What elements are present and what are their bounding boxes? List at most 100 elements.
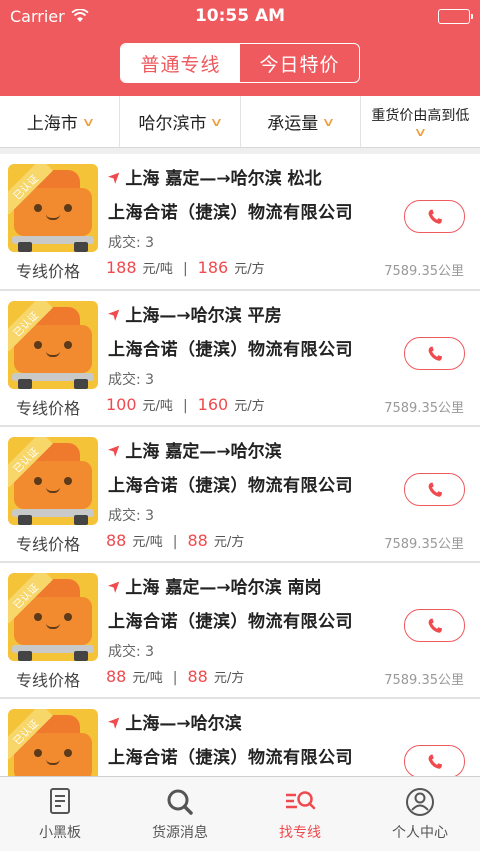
filter-sort[interactable]: 重货价由高到低 ∨ — [361, 96, 480, 147]
price-per-ton: 88 — [106, 531, 127, 550]
distance: 7589.35公里 — [384, 673, 464, 688]
filter-origin-label: 上海市 — [26, 114, 78, 134]
route: ➤ 上海 嘉定—→哈尔滨 南岗 — [103, 573, 322, 598]
filter-sort-label: 重货价由高到低 — [371, 107, 470, 124]
route: ➤ 上海—→哈尔滨 — [103, 709, 242, 734]
company-name: 上海合诺（捷滨）物流有限公司 — [108, 203, 353, 223]
call-button[interactable] — [404, 745, 465, 776]
list-item[interactable]: 已认证 专线价格 ➤上海—→哈尔滨 上海合诺（捷滨）物流有限公司 元/吨 | 元… — [0, 698, 480, 776]
list-item[interactable]: 已认证 专线价格 ➤ 上海 嘉定—→哈尔滨 松北 上海合诺（捷滨）物流有限公司 成… — [0, 154, 480, 290]
line-list: 已认证 专线价格 ➤ 上海 嘉定—→哈尔滨 松北 上海合诺（捷滨）物流有限公司 成… — [0, 154, 480, 776]
location-arrow-icon: ➤ — [103, 710, 127, 733]
search-icon — [167, 789, 193, 815]
company-name: 上海合诺（捷滨）物流有限公司 — [108, 476, 353, 496]
call-button[interactable] — [404, 473, 465, 506]
chevron-down-icon: ∨ — [321, 114, 336, 129]
price-per-cube: 160 — [197, 395, 229, 414]
distance: 7589.35公里 — [384, 401, 464, 416]
truck-avatar-icon: 已认证 — [8, 573, 98, 661]
unit-cube: 元/方 — [234, 262, 265, 277]
tab-cargo-messages-label: 货源消息 — [152, 825, 208, 841]
user-icon — [406, 788, 434, 816]
route: ➤ 上海 嘉定—→哈尔滨 松北 — [103, 164, 321, 189]
price-per-cube: 88 — [187, 531, 208, 550]
list-item[interactable]: 已认证 专线价格 ➤ 上海 嘉定—→哈尔滨 南岗 上海合诺（捷滨）物流有限公司 成… — [0, 562, 480, 698]
route: ➤ 上海—→哈尔滨 平房 — [103, 301, 282, 326]
route-text: 上海 嘉定—→哈尔滨 — [125, 442, 282, 462]
deal-count: 成交: 3 — [108, 508, 155, 524]
phone-icon — [428, 754, 442, 769]
tab-cargo-messages[interactable]: 货源消息 — [120, 777, 240, 851]
price-label: 专线价格 — [16, 535, 81, 554]
chevron-down-icon: ∨ — [413, 124, 428, 139]
unit-cube: 元/方 — [234, 399, 265, 414]
price-per-ton: 188 — [106, 258, 137, 277]
filter-destination[interactable]: 哈尔滨市 ∨ — [120, 96, 241, 147]
call-button[interactable] — [404, 200, 465, 233]
price-per-ton: 88 — [106, 667, 127, 686]
phone-icon — [428, 482, 442, 497]
distance: 7589.35公里 — [384, 264, 464, 279]
call-button[interactable] — [404, 337, 465, 370]
list-item[interactable]: 已认证 专线价格 ➤ 上海 嘉定—→哈尔滨 上海合诺（捷滨）物流有限公司 成交: … — [0, 426, 480, 562]
filter-capacity[interactable]: 承运量 ∨ — [241, 96, 361, 147]
tab-profile[interactable]: 个人中心 — [360, 777, 480, 851]
location-arrow-icon: ➤ — [103, 165, 127, 188]
route-text: 上海 嘉定—→哈尔滨 南岗 — [125, 578, 322, 598]
price-label: 专线价格 — [16, 399, 81, 418]
price-label: 专线价格 — [16, 671, 81, 690]
header: Carrier 10:55 AM 普通专线 今日特价 — [0, 0, 480, 96]
list-item[interactable]: 已认证 专线价格 ➤ 上海—→哈尔滨 平房 上海合诺（捷滨）物流有限公司 成交: … — [0, 290, 480, 426]
unit-cube: 元/方 — [213, 535, 245, 550]
route-search-icon — [286, 791, 316, 810]
filter-origin[interactable]: 上海市 ∨ — [0, 96, 121, 147]
notepad-icon — [50, 788, 70, 814]
phone-icon — [428, 209, 442, 224]
battery-icon — [438, 9, 473, 24]
deal-count: 成交: 3 — [108, 644, 155, 660]
company-name: 上海合诺（捷滨）物流有限公司 — [108, 612, 353, 632]
tab-profile-label: 个人中心 — [392, 825, 448, 841]
segment-regular-lines[interactable]: 普通专线 — [121, 44, 240, 82]
status-bar: Carrier 10:55 AM — [0, 0, 480, 32]
call-button[interactable] — [404, 609, 465, 642]
price-row: 88 元/吨 | 88 元/方 — [106, 667, 244, 686]
filter-capacity-label: 承运量 — [267, 114, 319, 134]
chevron-down-icon: ∨ — [209, 114, 224, 129]
tab-find-lines[interactable]: 找专线 — [240, 777, 360, 851]
unit-cube: 元/方 — [213, 671, 245, 686]
segment-control: 普通专线 今日特价 — [120, 43, 360, 83]
unit-ton: 元/吨 — [132, 535, 163, 550]
unit-ton: 元/吨 — [142, 262, 173, 277]
tab-bar: 小黑板 货源消息 找专线 个人中心 — [0, 776, 480, 851]
route-text: 上海—→哈尔滨 平房 — [125, 306, 282, 326]
price-separator: | — [172, 534, 178, 550]
distance: 7589.35公里 — [384, 537, 464, 552]
tab-blackboard-label: 小黑板 — [39, 825, 81, 841]
filter-bar: 上海市 ∨ 哈尔滨市 ∨ 承运量 ∨ 重货价由高到低 ∨ — [0, 96, 480, 148]
clock: 10:55 AM — [194, 6, 286, 26]
price-row: 88 元/吨 | 88 元/方 — [106, 531, 244, 550]
truck-avatar-icon: 已认证 — [8, 301, 98, 389]
deal-count: 成交: 3 — [108, 235, 155, 251]
segment-today-deals[interactable]: 今日特价 — [240, 44, 359, 82]
unit-ton: 元/吨 — [132, 671, 163, 686]
route-text: 上海—→哈尔滨 — [125, 714, 242, 734]
price-row: 100 元/吨 | 160 元/方 — [106, 395, 265, 414]
route: ➤ 上海 嘉定—→哈尔滨 — [103, 437, 282, 462]
tab-blackboard[interactable]: 小黑板 — [0, 777, 120, 851]
price-separator: | — [182, 398, 188, 414]
chevron-down-icon: ∨ — [81, 114, 96, 129]
truck-avatar-icon: 已认证 — [8, 709, 98, 776]
company-name: 上海合诺（捷滨）物流有限公司 — [108, 340, 353, 360]
price-per-ton: 100 — [106, 395, 137, 414]
phone-icon — [428, 618, 442, 633]
company-name: 上海合诺（捷滨）物流有限公司 — [108, 748, 353, 768]
location-arrow-icon: ➤ — [103, 574, 127, 597]
price-per-cube: 88 — [187, 667, 208, 686]
price-separator: | — [182, 261, 188, 277]
deal-count: 成交: 3 — [108, 372, 155, 388]
filter-destination-label: 哈尔滨市 — [138, 114, 207, 134]
tab-find-lines-label: 找专线 — [279, 825, 321, 841]
truck-avatar-icon: 已认证 — [8, 437, 98, 525]
